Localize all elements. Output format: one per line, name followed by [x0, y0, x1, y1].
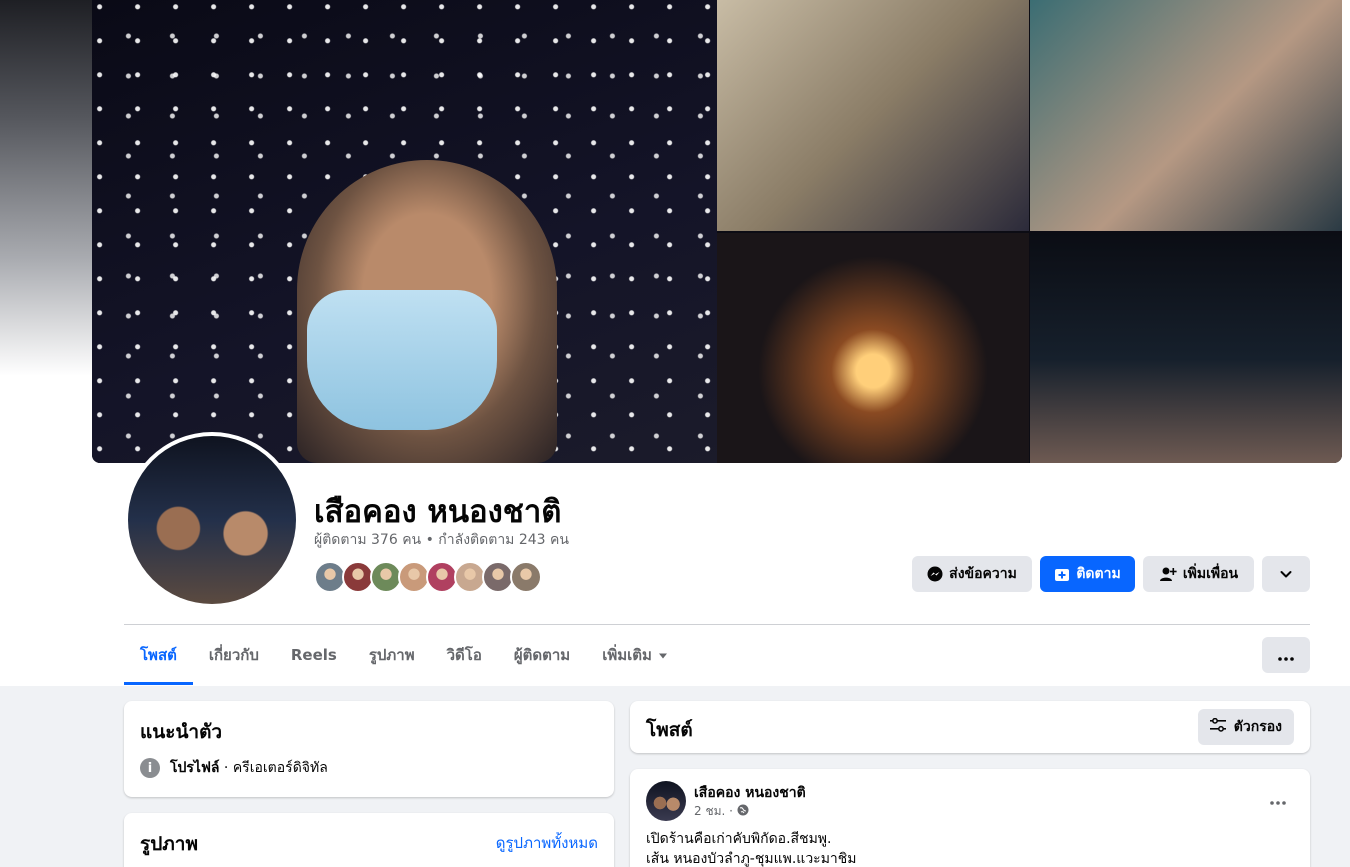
tab-label: โพสต์: [140, 646, 177, 664]
intro-profile-row: i โปรไฟล์ · ครีเอเตอร์ดิจิทัล: [140, 757, 328, 779]
profile-options-dropdown[interactable]: [1262, 556, 1310, 592]
intro-title: แนะนำตัว: [140, 721, 223, 743]
photos-title: รูปภาพ: [140, 833, 198, 855]
filter-icon: [1209, 717, 1226, 736]
tab-followers[interactable]: ผู้ติดตาม: [498, 625, 586, 685]
info-icon: i: [140, 758, 160, 778]
tab-label: เกี่ยวกับ: [208, 646, 259, 664]
filter-button-label: ตัวกรอง: [1233, 719, 1282, 735]
tab-label: วิดีโอ: [446, 646, 482, 664]
follow-button-label: ติดตาม: [1076, 566, 1121, 582]
more-dots-icon: [1278, 646, 1294, 665]
intro-card: แนะนำตัว i โปรไฟล์ · ครีเอเตอร์ดิจิทัล: [124, 701, 614, 797]
post-card: เสือคอง หนองชาติ 2 ชม. · เปิดร้านคือเก่า…: [630, 769, 1310, 867]
message-button[interactable]: ส่งข้อความ: [912, 556, 1032, 592]
cover-tile-2: [1030, 0, 1342, 231]
photos-card: รูปภาพ ดูรูปภาพทั้งหมด: [124, 813, 614, 867]
post-menu-button[interactable]: [1264, 785, 1292, 813]
globe-icon: [737, 804, 749, 819]
filter-button[interactable]: ตัวกรอง: [1197, 709, 1294, 745]
follow-icon: [1054, 566, 1070, 582]
message-button-label: ส่งข้อความ: [949, 566, 1017, 582]
see-all-photos-link[interactable]: ดูรูปภาพทั้งหมด: [496, 831, 598, 855]
tab-label: รูปภาพ: [368, 646, 415, 664]
cover-photo[interactable]: [92, 0, 1342, 463]
page-edge-gradient: [0, 0, 92, 470]
friend-avatar[interactable]: [510, 561, 542, 593]
add-friend-button-label: เพิ่มเพื่อน: [1182, 566, 1239, 582]
post-meta: 2 ชม. ·: [694, 802, 749, 821]
friend-avatars: [314, 561, 542, 593]
cover-tile-1: [717, 0, 1029, 231]
tab-about[interactable]: เกี่ยวกับ: [193, 625, 275, 685]
tab-label: Reels: [290, 646, 337, 664]
cover-tile-4: [1030, 233, 1342, 463]
post-time[interactable]: 2 ชม. ·: [694, 802, 733, 821]
more-options-button[interactable]: [1262, 637, 1310, 673]
post-text: เปิดร้านคือเก่าคับพิกัดอ.สีชมพู. เส้น หน…: [646, 829, 857, 867]
chevron-down-icon: [1279, 567, 1293, 581]
profile-avatar[interactable]: [128, 436, 296, 604]
tab-posts[interactable]: โพสต์: [124, 625, 193, 685]
tab-more[interactable]: เพิ่มเติม: [586, 625, 684, 685]
tab-reels[interactable]: Reels: [275, 625, 353, 685]
post-text-line: เส้น หนองบัวลำภู-ชุมแพ.แวะมาชิม: [646, 851, 857, 867]
follow-button[interactable]: ติดตาม: [1040, 556, 1135, 592]
tab-label: เพิ่มเติม: [602, 646, 652, 664]
more-dots-icon: [1270, 790, 1286, 809]
post-author-avatar[interactable]: [646, 781, 686, 821]
cover-face-mask-image: [307, 290, 497, 430]
post-author-name[interactable]: เสือคอง หนองชาติ: [694, 782, 806, 804]
follow-stats[interactable]: ผู้ติดตาม 376 คน • กำลังติดตาม 243 คน: [314, 529, 569, 551]
tab-videos[interactable]: วิดีโอ: [431, 625, 498, 685]
cover-tile-3: [717, 233, 1029, 463]
posts-header-card: โพสต์ ตัวกรอง: [630, 701, 1310, 753]
tab-label: ผู้ติดตาม: [513, 646, 571, 664]
caret-down-icon: [658, 646, 668, 664]
add-friend-button[interactable]: เพิ่มเพื่อน: [1143, 556, 1254, 592]
add-friend-icon: [1159, 566, 1177, 582]
intro-profile-label: โปรไฟล์: [170, 760, 220, 776]
intro-profile-desc: · ครีเอเตอร์ดิจิทัล: [219, 760, 328, 776]
post-text-line: เปิดร้านคือเก่าคับพิกัดอ.สีชมพู.: [646, 831, 832, 847]
messenger-icon: [927, 566, 943, 582]
tab-photos[interactable]: รูปภาพ: [353, 625, 431, 685]
posts-title: โพสต์: [646, 719, 693, 741]
profile-tabs: โพสต์ เกี่ยวกับ Reels รูปภาพ วิดีโอ ผู้ต…: [124, 625, 684, 685]
